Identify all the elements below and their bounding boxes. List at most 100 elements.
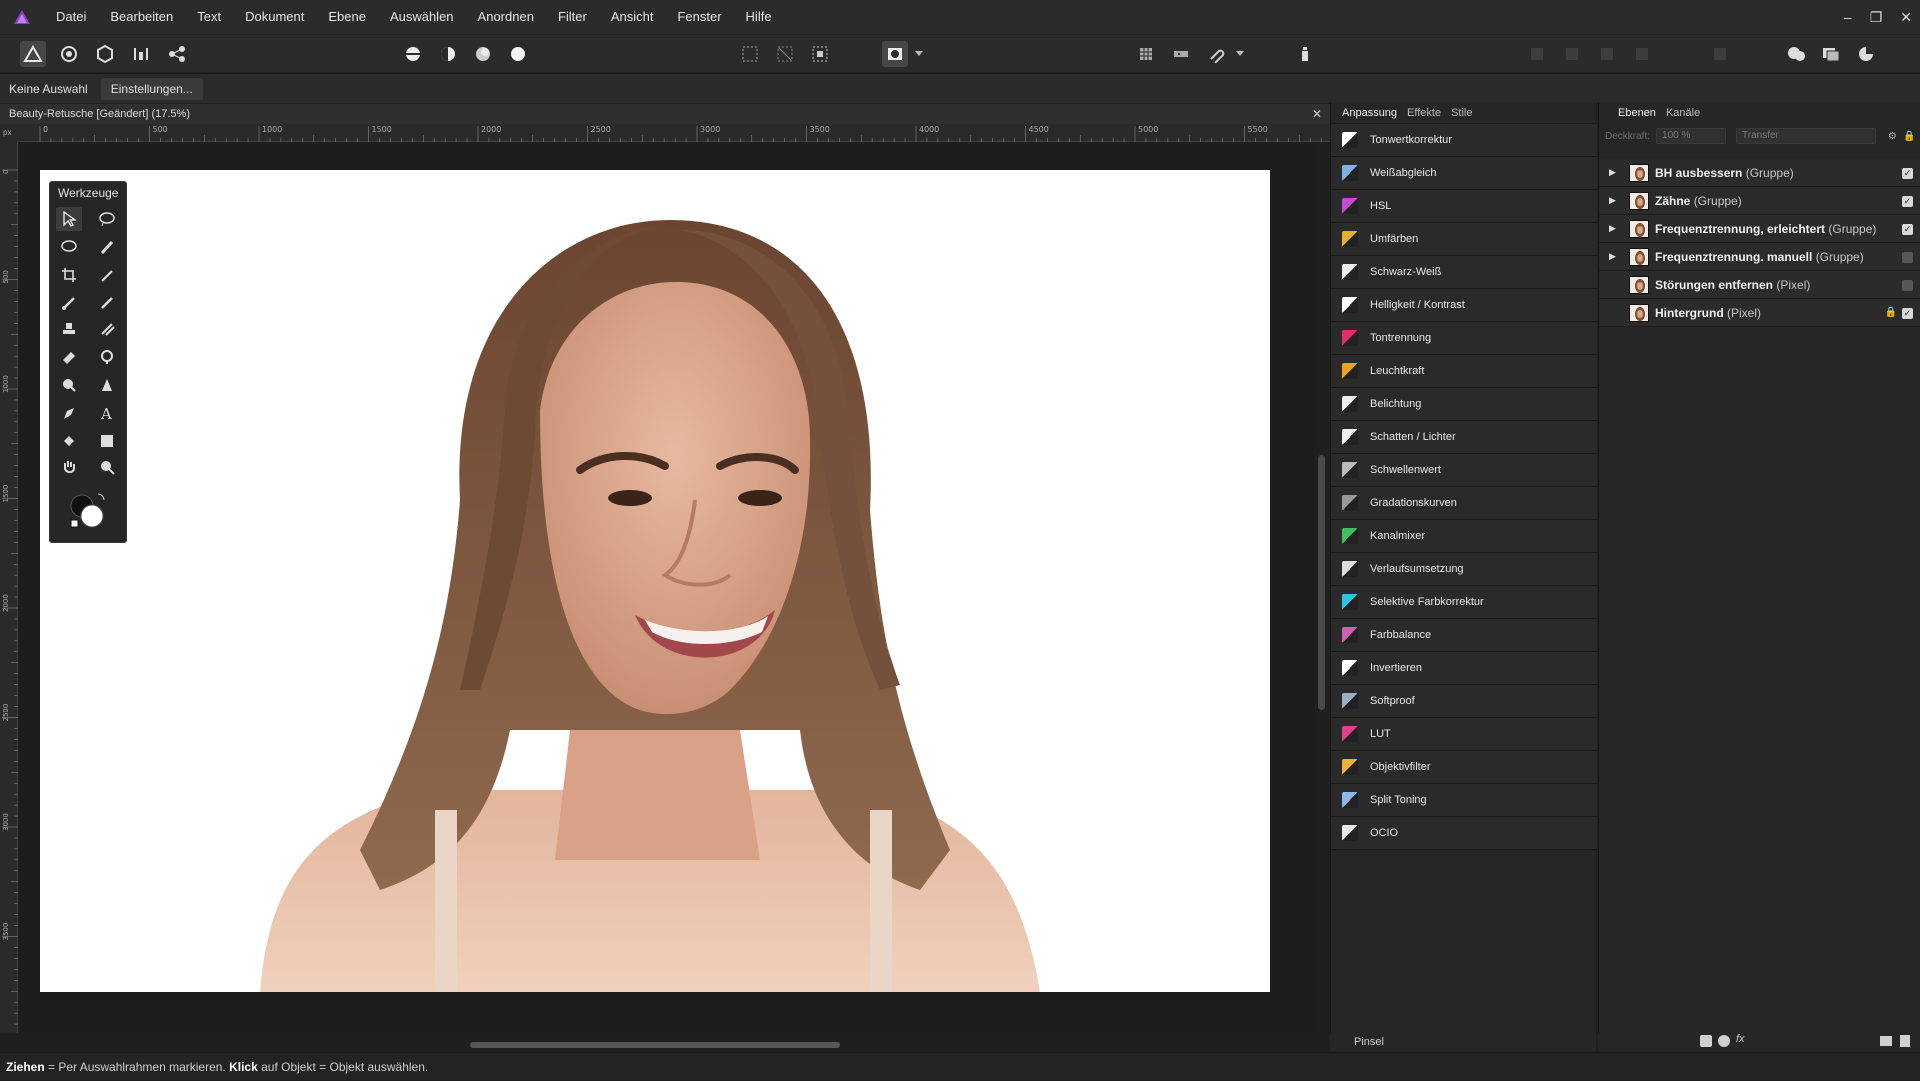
adjustment-item[interactable]: Leuchtkraft [1331,355,1597,388]
adjustment-item[interactable]: LUT [1331,718,1597,751]
menu-text[interactable]: Text [185,0,233,34]
affinity-photo-logo-icon[interactable] [0,0,44,34]
align-icon[interactable] [1707,41,1733,67]
sharpen-tool-icon[interactable] [94,373,120,397]
rectangle-tool-icon[interactable] [94,429,120,453]
arrange-forward-icon[interactable] [1594,41,1620,67]
dodge-tool-icon[interactable] [94,345,120,369]
develop-persona-icon[interactable] [92,41,118,67]
text-tool-icon[interactable]: A [94,401,120,425]
menu-ansicht[interactable]: Ansicht [599,0,666,34]
settings-button[interactable]: Einstellungen... [100,77,203,100]
studio-color-icon[interactable] [1853,41,1879,67]
adjustment-item[interactable]: Helligkeit / Kontrast [1331,289,1597,322]
selection-brush-icon[interactable] [94,207,120,231]
adjustment-item[interactable]: Split Toning [1331,784,1597,817]
delete-layer-icon[interactable] [1900,1035,1910,1047]
auto-white-balance-icon[interactable] [505,41,531,67]
layer-row[interactable]: ▶ Zähne (Gruppe) ✓ [1599,187,1920,215]
crop-tool-icon[interactable] [56,263,82,287]
close-window-button[interactable]: ✕ [1900,9,1912,26]
adjustment-item[interactable]: Umfärben [1331,223,1597,256]
menu-auswaehlen[interactable]: Auswählen [378,0,466,34]
adjustment-item[interactable]: Selektive Farbkorrektur [1331,586,1597,619]
quick-mask-dropdown-icon[interactable] [912,41,926,67]
layer-visibility-checkbox[interactable]: ✓ [1902,224,1913,235]
mixer-brush-icon[interactable] [94,317,120,341]
add-group-icon[interactable] [1880,1036,1892,1046]
close-document-icon[interactable]: ✕ [1312,104,1322,124]
layer-row[interactable]: Störungen entfernen (Pixel) [1599,271,1920,299]
arrange-front-icon[interactable] [1629,41,1655,67]
menu-dokument[interactable]: Dokument [233,0,316,34]
menu-ebene[interactable]: Ebene [316,0,378,34]
menu-datei[interactable]: Datei [44,0,98,34]
studio-bubbles-icon[interactable] [1783,41,1809,67]
snapping-dropdown-icon[interactable] [1233,41,1247,67]
export-persona-icon[interactable] [164,41,190,67]
menu-anordnen[interactable]: Anordnen [466,0,546,34]
adjustment-item[interactable]: OCIO [1331,817,1597,850]
menu-hilfe[interactable]: Hilfe [734,0,784,34]
tone-mapping-persona-icon[interactable] [128,41,154,67]
hand-tool-icon[interactable] [56,455,82,479]
adjustment-item[interactable]: Belichtung [1331,388,1597,421]
adjustment-item[interactable]: Farbbalance [1331,619,1597,652]
auto-contrast-icon[interactable] [435,41,461,67]
adjustment-item[interactable]: Gradationskurven [1331,487,1597,520]
horizontal-ruler[interactable]: 0 500 1000 1500 2000 2500 3000 3500 4000 4500 5000… [18,124,1330,142]
assistant-icon[interactable] [1292,41,1318,67]
layer-row[interactable]: ▶ Frequenztrennung, erleichtert (Gruppe) ✓ [1599,215,1920,243]
fill-tool-icon[interactable] [56,429,82,453]
layer-visibility-checkbox[interactable]: ✓ [1902,168,1913,179]
tab-stile[interactable]: Stile [1446,102,1477,124]
tab-anpassung[interactable]: Anpassung [1337,102,1402,124]
pixel-brush-icon[interactable] [94,291,120,315]
layer-locked-icon[interactable]: 🔒 [1885,307,1897,318]
layer-row[interactable]: Hintergrund (Pixel) ✓ 🔒 [1599,299,1920,327]
menu-filter[interactable]: Filter [546,0,599,34]
zoom-tool-icon[interactable] [94,455,120,479]
layer-lock-icon[interactable]: 🔒 [1903,131,1915,142]
layer-visibility-checkbox[interactable] [1902,280,1913,291]
document-image-portrait[interactable] [40,170,1270,992]
blend-mode-select[interactable]: Transfer [1736,128,1877,144]
vertical-scroll-thumb[interactable] [1318,455,1325,710]
adjustment-item[interactable]: HSL [1331,190,1597,223]
expand-arrow-icon[interactable]: ▶ [1609,195,1621,206]
clone-stamp-icon[interactable] [56,317,82,341]
horizontal-scroll-thumb[interactable] [470,1042,840,1048]
adjustment-item[interactable]: Softproof [1331,685,1597,718]
brush-tool-icon[interactable] [94,235,120,259]
fx-icon[interactable]: fx [1736,1033,1745,1045]
vertical-ruler[interactable]: 0 500 1000 1500 2000 2500 3000 3500 [0,142,18,1034]
tab-kanaele[interactable]: Kanäle [1661,102,1705,124]
layer-visibility-checkbox[interactable]: ✓ [1902,196,1913,207]
studio-layers-icon[interactable] [1818,41,1844,67]
color-picker-icon[interactable] [94,263,120,287]
adjustment-item[interactable]: Schatten / Lichter [1331,421,1597,454]
adjustment-item[interactable]: Verlaufsumsetzung [1331,553,1597,586]
arrange-back-icon[interactable] [1559,41,1585,67]
select-all-icon[interactable] [737,41,763,67]
tab-ebenen[interactable]: Ebenen [1613,102,1661,124]
restore-button[interactable]: ❐ [1870,9,1883,26]
tab-effekte[interactable]: Effekte [1402,102,1446,124]
adjustment-item[interactable]: Schwarz-Weiß [1331,256,1597,289]
adjustment-item[interactable]: Tontrennung [1331,322,1597,355]
photo-persona-icon[interactable] [20,41,46,67]
brush-panel-label[interactable]: Pinsel [1330,1033,1596,1051]
expand-arrow-icon[interactable]: ▶ [1609,251,1621,262]
layer-visibility-checkbox[interactable] [1902,252,1913,263]
undo-arrange-icon[interactable] [1524,41,1550,67]
color-swatches-icon[interactable] [68,492,108,532]
eraser-tool-icon[interactable] [56,345,82,369]
expand-arrow-icon[interactable]: ▶ [1609,167,1621,178]
deselect-icon[interactable] [772,41,798,67]
layer-row[interactable]: ▶ BH ausbessern (Gruppe) ✓ [1599,159,1920,187]
invert-selection-icon[interactable] [807,41,833,67]
snapping-grid-icon[interactable] [1133,41,1159,67]
add-mask-icon[interactable] [1718,1035,1730,1047]
move-tool-icon[interactable] [56,207,82,231]
force-pixel-alignment-icon[interactable] [1168,41,1194,67]
